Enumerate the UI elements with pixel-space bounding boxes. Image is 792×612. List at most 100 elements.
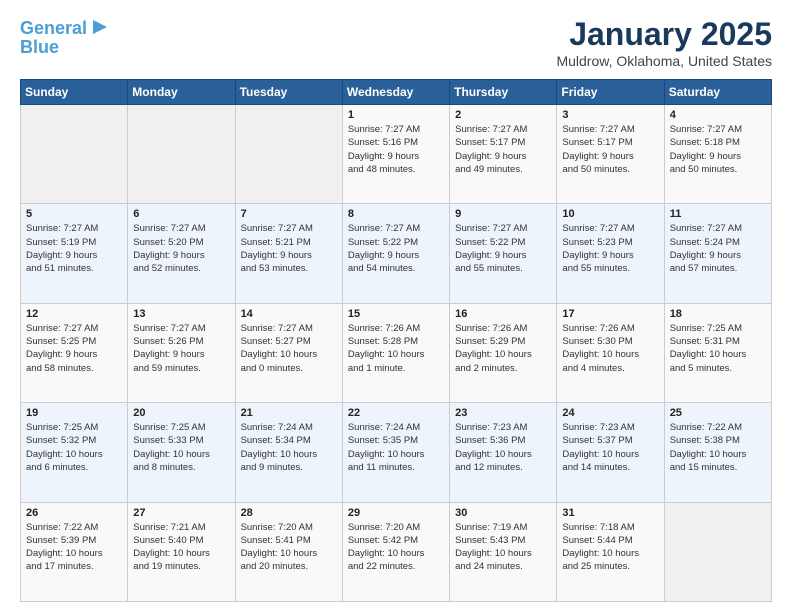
calendar-cell: 2 Sunrise: 7:27 AM Sunset: 5:17 PM Daylig…	[450, 105, 557, 204]
calendar-cell: 10 Sunrise: 7:27 AM Sunset: 5:23 PM Dayli…	[557, 204, 664, 303]
weekday-header-friday: Friday	[557, 80, 664, 105]
calendar-cell: 19 Sunrise: 7:25 AM Sunset: 5:32 PM Dayli…	[21, 403, 128, 502]
day-info: Sunrise: 7:26 AM Sunset: 5:29 PM Dayligh…	[455, 322, 551, 375]
day-info: Sunrise: 7:23 AM Sunset: 5:37 PM Dayligh…	[562, 421, 658, 474]
day-info: Sunrise: 7:27 AM Sunset: 5:21 PM Dayligh…	[241, 222, 337, 275]
day-number: 18	[670, 308, 766, 320]
weekday-header-wednesday: Wednesday	[342, 80, 449, 105]
day-number: 23	[455, 407, 551, 419]
calendar-week-row: 5Sunrise: 7:27 AM Sunset: 5:19 PM Daylig…	[21, 204, 772, 303]
logo-text: General	[20, 19, 87, 39]
calendar-cell: 15 Sunrise: 7:26 AM Sunset: 5:28 PM Dayli…	[342, 303, 449, 402]
day-number: 30	[455, 507, 551, 519]
day-info: Sunrise: 7:26 AM Sunset: 5:28 PM Dayligh…	[348, 322, 444, 375]
day-number: 31	[562, 507, 658, 519]
day-number: 16	[455, 308, 551, 320]
calendar-cell: 17 Sunrise: 7:26 AM Sunset: 5:30 PM Dayli…	[557, 303, 664, 402]
calendar-cell: 29 Sunrise: 7:20 AM Sunset: 5:42 PM Dayli…	[342, 502, 449, 601]
calendar-cell: 13 Sunrise: 7:27 AM Sunset: 5:26 PM Dayli…	[128, 303, 235, 402]
weekday-header-tuesday: Tuesday	[235, 80, 342, 105]
calendar-cell: 8Sunrise: 7:27 AM Sunset: 5:22 PM Daylig…	[342, 204, 449, 303]
calendar-cell: 14 Sunrise: 7:27 AM Sunset: 5:27 PM Dayli…	[235, 303, 342, 402]
day-info: Sunrise: 7:27 AM Sunset: 5:27 PM Dayligh…	[241, 322, 337, 375]
day-number: 26	[26, 507, 122, 519]
day-info: Sunrise: 7:27 AM Sunset: 5:16 PM Dayligh…	[348, 123, 444, 176]
day-info: Sunrise: 7:27 AM Sunset: 5:22 PM Dayligh…	[455, 222, 551, 275]
day-number: 17	[562, 308, 658, 320]
calendar-week-row: 1 Sunrise: 7:27 AM Sunset: 5:16 PM Daylig…	[21, 105, 772, 204]
calendar-cell: 16 Sunrise: 7:26 AM Sunset: 5:29 PM Dayli…	[450, 303, 557, 402]
day-number: 24	[562, 407, 658, 419]
calendar-cell: 30 Sunrise: 7:19 AM Sunset: 5:43 PM Dayli…	[450, 502, 557, 601]
calendar-cell: 6Sunrise: 7:27 AM Sunset: 5:20 PM Daylig…	[128, 204, 235, 303]
day-number: 7	[241, 208, 337, 220]
calendar-cell: 21Sunrise: 7:24 AM Sunset: 5:34 PM Dayli…	[235, 403, 342, 502]
calendar-cell	[128, 105, 235, 204]
calendar-week-row: 12 Sunrise: 7:27 AM Sunset: 5:25 PM Dayli…	[21, 303, 772, 402]
day-info: Sunrise: 7:26 AM Sunset: 5:30 PM Dayligh…	[562, 322, 658, 375]
calendar-table: SundayMondayTuesdayWednesdayThursdayFrid…	[20, 79, 772, 602]
day-info: Sunrise: 7:24 AM Sunset: 5:35 PM Dayligh…	[348, 421, 444, 474]
calendar-cell	[664, 502, 771, 601]
calendar-cell	[235, 105, 342, 204]
day-number: 25	[670, 407, 766, 419]
day-info: Sunrise: 7:27 AM Sunset: 5:24 PM Dayligh…	[670, 222, 766, 275]
logo: General Blue	[20, 16, 109, 58]
day-info: Sunrise: 7:24 AM Sunset: 5:34 PM Dayligh…	[241, 421, 337, 474]
day-number: 4	[670, 109, 766, 121]
day-info: Sunrise: 7:20 AM Sunset: 5:42 PM Dayligh…	[348, 521, 444, 574]
day-info: Sunrise: 7:25 AM Sunset: 5:31 PM Dayligh…	[670, 322, 766, 375]
calendar-cell: 9 Sunrise: 7:27 AM Sunset: 5:22 PM Daylig…	[450, 204, 557, 303]
calendar-cell: 11 Sunrise: 7:27 AM Sunset: 5:24 PM Dayli…	[664, 204, 771, 303]
day-number: 20	[133, 407, 229, 419]
calendar-week-row: 19 Sunrise: 7:25 AM Sunset: 5:32 PM Dayli…	[21, 403, 772, 502]
page: General Blue January 2025 Muldrow, Oklah…	[0, 0, 792, 612]
day-info: Sunrise: 7:19 AM Sunset: 5:43 PM Dayligh…	[455, 521, 551, 574]
day-number: 12	[26, 308, 122, 320]
day-number: 13	[133, 308, 229, 320]
day-number: 22	[348, 407, 444, 419]
day-info: Sunrise: 7:22 AM Sunset: 5:39 PM Dayligh…	[26, 521, 122, 574]
day-info: Sunrise: 7:21 AM Sunset: 5:40 PM Dayligh…	[133, 521, 229, 574]
calendar-week-row: 26 Sunrise: 7:22 AM Sunset: 5:39 PM Dayli…	[21, 502, 772, 601]
day-info: Sunrise: 7:27 AM Sunset: 5:26 PM Dayligh…	[133, 322, 229, 375]
day-info: Sunrise: 7:23 AM Sunset: 5:36 PM Dayligh…	[455, 421, 551, 474]
day-info: Sunrise: 7:20 AM Sunset: 5:41 PM Dayligh…	[241, 521, 337, 574]
day-info: Sunrise: 7:27 AM Sunset: 5:23 PM Dayligh…	[562, 222, 658, 275]
header: General Blue January 2025 Muldrow, Oklah…	[20, 16, 772, 69]
calendar-cell: 24 Sunrise: 7:23 AM Sunset: 5:37 PM Dayli…	[557, 403, 664, 502]
calendar-cell: 18 Sunrise: 7:25 AM Sunset: 5:31 PM Dayli…	[664, 303, 771, 402]
calendar-cell: 12 Sunrise: 7:27 AM Sunset: 5:25 PM Dayli…	[21, 303, 128, 402]
calendar-cell: 28 Sunrise: 7:20 AM Sunset: 5:41 PM Dayli…	[235, 502, 342, 601]
calendar-cell: 3Sunrise: 7:27 AM Sunset: 5:17 PM Daylig…	[557, 105, 664, 204]
day-number: 10	[562, 208, 658, 220]
weekday-header-monday: Monday	[128, 80, 235, 105]
day-info: Sunrise: 7:25 AM Sunset: 5:32 PM Dayligh…	[26, 421, 122, 474]
title-block: January 2025 Muldrow, Oklahoma, United S…	[556, 16, 772, 69]
day-number: 1	[348, 109, 444, 121]
day-info: Sunrise: 7:27 AM Sunset: 5:17 PM Dayligh…	[455, 123, 551, 176]
day-number: 29	[348, 507, 444, 519]
calendar-cell: 27 Sunrise: 7:21 AM Sunset: 5:40 PM Dayli…	[128, 502, 235, 601]
day-number: 15	[348, 308, 444, 320]
day-number: 27	[133, 507, 229, 519]
day-info: Sunrise: 7:27 AM Sunset: 5:17 PM Dayligh…	[562, 123, 658, 176]
calendar-cell: 4Sunrise: 7:27 AM Sunset: 5:18 PM Daylig…	[664, 105, 771, 204]
day-number: 19	[26, 407, 122, 419]
calendar-header-row: SundayMondayTuesdayWednesdayThursdayFrid…	[21, 80, 772, 105]
day-number: 14	[241, 308, 337, 320]
day-number: 11	[670, 208, 766, 220]
day-info: Sunrise: 7:22 AM Sunset: 5:38 PM Dayligh…	[670, 421, 766, 474]
day-number: 9	[455, 208, 551, 220]
day-info: Sunrise: 7:27 AM Sunset: 5:25 PM Dayligh…	[26, 322, 122, 375]
weekday-header-sunday: Sunday	[21, 80, 128, 105]
day-number: 28	[241, 507, 337, 519]
calendar-cell: 31Sunrise: 7:18 AM Sunset: 5:44 PM Dayli…	[557, 502, 664, 601]
day-number: 2	[455, 109, 551, 121]
calendar-cell: 5Sunrise: 7:27 AM Sunset: 5:19 PM Daylig…	[21, 204, 128, 303]
day-info: Sunrise: 7:27 AM Sunset: 5:19 PM Dayligh…	[26, 222, 122, 275]
calendar-cell: 23 Sunrise: 7:23 AM Sunset: 5:36 PM Dayli…	[450, 403, 557, 502]
day-info: Sunrise: 7:27 AM Sunset: 5:22 PM Dayligh…	[348, 222, 444, 275]
weekday-header-thursday: Thursday	[450, 80, 557, 105]
logo-arrow-icon	[91, 18, 109, 36]
